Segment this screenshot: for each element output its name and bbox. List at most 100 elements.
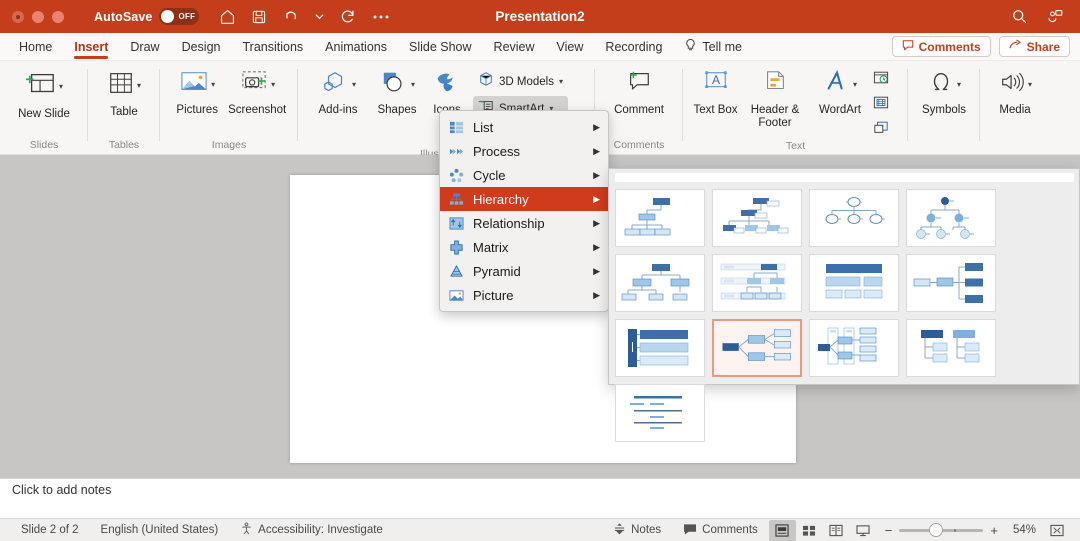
normal-view-button[interactable] [768, 519, 796, 541]
language-status[interactable]: English (United States) [90, 524, 230, 536]
fit-slide-button[interactable] [1043, 520, 1070, 541]
comment-button[interactable]: Comment [604, 67, 674, 117]
redo-icon[interactable] [339, 8, 357, 26]
gallery-thumb-horizontal-multi-level-hierarchy[interactable] [712, 319, 802, 377]
zoom-out-button[interactable]: − [885, 523, 893, 538]
tab-strip-right-actions[interactable]: Comments Share [891, 36, 1080, 57]
media-button[interactable]: ▾ Media [989, 67, 1041, 117]
gallery-thumb-horizontal-organization-chart[interactable] [906, 254, 996, 312]
tab-draw[interactable]: Draw [119, 33, 170, 61]
zoom-track[interactable] [899, 523, 984, 537]
slide-number-icon[interactable] [873, 95, 889, 115]
menu-item-hierarchy[interactable]: Hierarchy ▶ [440, 187, 608, 211]
shapes-chevron-icon[interactable]: ▾ [411, 80, 415, 89]
tab-design[interactable]: Design [171, 33, 232, 61]
gallery-thumb-horizontal-hierarchy[interactable] [809, 319, 899, 377]
screenshot-button[interactable]: ▾ Screenshot [225, 67, 289, 117]
ribbon-tab-strip[interactable]: Home Insert Draw Design Transitions Anim… [0, 33, 1080, 61]
undo-icon[interactable] [282, 8, 300, 26]
new-slide-button[interactable]: ▾ New Slide [13, 67, 75, 121]
symbols-button[interactable]: ▾ Symbols [917, 67, 971, 117]
slide-sorter-view-button[interactable] [796, 520, 823, 541]
minimize-window-button[interactable] [32, 10, 44, 23]
zoom-percentage[interactable]: 54% [1006, 524, 1043, 536]
more-commands-icon[interactable] [372, 14, 390, 20]
gallery-thumb-lined-list[interactable] [615, 384, 705, 442]
accessibility-status[interactable]: Accessibility: Investigate [229, 522, 394, 538]
gallery-thumb-labeled-hierarchy[interactable] [712, 254, 802, 312]
3d-models-button[interactable]: 3D Models ▾ [473, 69, 568, 94]
tab-view[interactable]: View [546, 33, 595, 61]
tab-review[interactable]: Review [483, 33, 546, 61]
gallery-thumb-circle-picture-hierarchy[interactable] [809, 189, 899, 247]
new-slide-chevron-icon[interactable]: ▾ [59, 82, 63, 91]
addins-chevron-icon[interactable]: ▾ [352, 80, 356, 89]
close-window-button[interactable] [12, 10, 24, 23]
wordart-button[interactable]: ▾ WordArt [811, 67, 869, 117]
tab-animations[interactable]: Animations [314, 33, 398, 61]
gallery-thumb-name-and-title-organization-chart[interactable] [712, 189, 802, 247]
search-icon[interactable] [1011, 8, 1028, 25]
menu-item-matrix[interactable]: Matrix ▶ [440, 235, 608, 259]
gallery-scrollbar[interactable] [615, 173, 1074, 182]
menu-item-picture[interactable]: Picture ▶ [440, 283, 608, 307]
pictures-chevron-icon[interactable]: ▾ [211, 80, 215, 89]
wordart-chevron-icon[interactable]: ▾ [853, 80, 857, 89]
pictures-button[interactable]: ▾ Pictures [169, 67, 225, 117]
maximize-window-button[interactable] [52, 10, 64, 23]
gallery-thumb-table-hierarchy[interactable] [809, 254, 899, 312]
menu-item-relationship[interactable]: Relationship ▶ [440, 211, 608, 235]
slide-show-button[interactable] [850, 520, 877, 541]
symbols-chevron-icon[interactable]: ▾ [957, 80, 961, 89]
tab-home[interactable]: Home [8, 33, 63, 61]
menu-item-list[interactable]: List ▶ [440, 115, 608, 139]
titlebar-right-controls[interactable] [1011, 8, 1080, 25]
autosave-toggle[interactable]: OFF [159, 8, 200, 25]
menu-item-process[interactable]: Process ▶ [440, 139, 608, 163]
window-traffic-lights[interactable] [0, 10, 64, 23]
text-box-button[interactable]: A Text Box [692, 67, 739, 117]
smartart-layout-gallery[interactable] [608, 168, 1080, 442]
tab-transitions[interactable]: Transitions [231, 33, 314, 61]
ribbon-group-slides: ▾ New Slide Slides [0, 61, 88, 155]
share-button[interactable]: Share [998, 36, 1070, 57]
shapes-button[interactable]: ▾ Shapes [369, 67, 425, 117]
table-chevron-icon[interactable]: ▾ [137, 81, 141, 90]
undo-chevron-icon[interactable] [315, 12, 325, 21]
autosave-control[interactable]: AutoSave OFF [94, 8, 200, 25]
tab-insert[interactable]: Insert [63, 33, 119, 61]
home-icon[interactable] [219, 8, 236, 25]
tab-recording[interactable]: Recording [594, 33, 673, 61]
comments-button[interactable]: Comments [891, 36, 991, 57]
zoom-slider[interactable]: − + [877, 523, 1006, 538]
table-button[interactable]: ▾ Table [97, 67, 151, 119]
gallery-thumb-hierarchy[interactable] [615, 254, 705, 312]
menu-item-cycle[interactable]: Cycle ▶ [440, 163, 608, 187]
shapes-label: Shapes [377, 104, 417, 116]
gallery-thumb-architecture-layout[interactable] [615, 319, 705, 377]
media-chevron-icon[interactable]: ▾ [1028, 80, 1032, 89]
zoom-handle[interactable] [929, 523, 944, 537]
gallery-thumb-horizontal-labeled-hierarchy[interactable] [906, 319, 996, 377]
gallery-thumb-half-circle-organization-chart[interactable] [906, 189, 996, 247]
tell-me-button[interactable]: Tell me [673, 38, 753, 56]
notes-pane[interactable]: Click to add notes [0, 478, 1080, 501]
quick-access-toolbar[interactable] [219, 8, 390, 26]
header-footer-button[interactable]: Header & Footer [739, 67, 811, 130]
comments-status-button[interactable]: Comments [672, 523, 769, 538]
zoom-in-button[interactable]: + [990, 523, 998, 538]
date-time-icon[interactable] [873, 70, 889, 90]
reading-view-button[interactable] [823, 520, 850, 541]
notes-button[interactable]: Notes [602, 522, 672, 538]
ribbon-display-icon[interactable] [1046, 8, 1064, 25]
3d-models-chevron-icon[interactable]: ▾ [559, 77, 563, 86]
add-ins-button[interactable]: ▾ Add-ins [307, 67, 369, 117]
gallery-thumb-organization-chart[interactable] [615, 189, 705, 247]
slide-number-status[interactable]: Slide 2 of 2 [10, 524, 90, 536]
tab-slide-show[interactable]: Slide Show [398, 33, 483, 61]
save-icon[interactable] [251, 9, 267, 25]
smartart-dropdown-menu[interactable]: List ▶ Process ▶ Cycle ▶ Hierarchy ▶ Rel… [439, 110, 609, 312]
object-icon[interactable] [873, 120, 889, 140]
screenshot-chevron-icon[interactable]: ▾ [271, 80, 275, 89]
menu-item-pyramid[interactable]: Pyramid ▶ [440, 259, 608, 283]
